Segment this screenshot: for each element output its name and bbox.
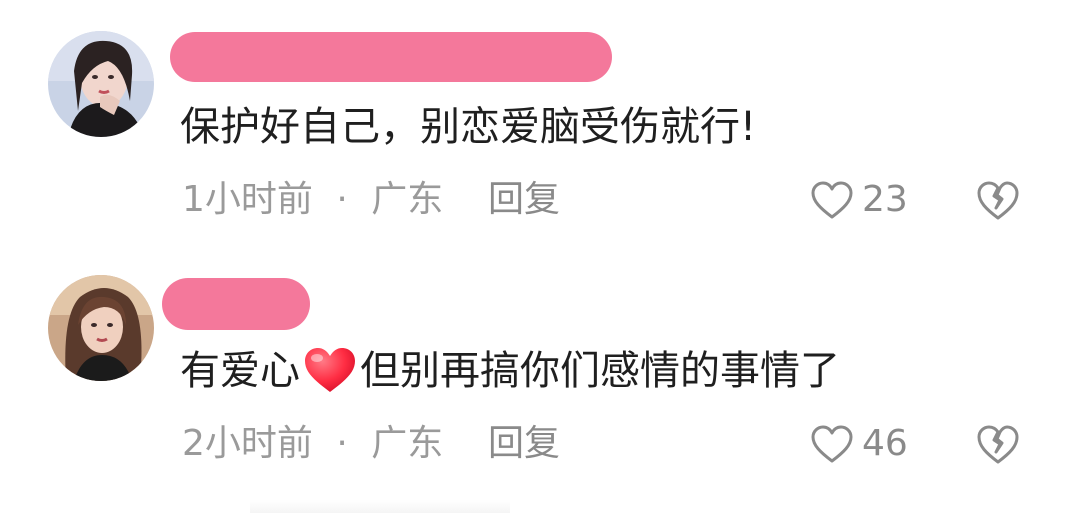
like-count: 23 <box>862 179 908 220</box>
comment-item: 保护好自己，别恋爱脑受伤就行! 1小时前 · 广东 回复 23 <box>0 0 1080 250</box>
broken-heart-icon <box>976 178 1020 222</box>
comment-time: 1小时前 <box>182 179 313 220</box>
comment-item: 有爱心 但别再搞你们感情的事情了 2小时前 · 广东 回复 46 <box>0 250 1080 500</box>
like-button[interactable]: 46 <box>810 422 908 466</box>
broken-heart-icon <box>976 422 1020 466</box>
reply-button[interactable]: 回复 <box>488 422 560 466</box>
heart-outline-icon <box>810 180 854 220</box>
meta-separator: · <box>336 179 348 220</box>
comment-text: 保护好自己，别恋爱脑受伤就行! <box>180 104 757 150</box>
next-comment-partial <box>250 500 510 513</box>
comment-meta: 2小时前 · 广东 <box>182 422 443 466</box>
redacted-username <box>162 278 310 330</box>
comment-text-part: 但别再搞你们感情的事情了 <box>360 348 840 394</box>
like-count: 46 <box>862 423 908 464</box>
user-avatar[interactable] <box>48 275 154 381</box>
red-heart-emoji-icon <box>302 345 358 395</box>
dislike-button[interactable] <box>976 422 1020 466</box>
redacted-username <box>170 32 612 82</box>
comment-time: 2小时前 <box>182 423 313 464</box>
like-button[interactable]: 23 <box>810 178 908 222</box>
meta-separator: · <box>336 423 348 464</box>
comment-meta: 1小时前 · 广东 <box>182 178 443 222</box>
reply-button[interactable]: 回复 <box>488 178 560 222</box>
comment-text: 有爱心 但别再搞你们感情的事情了 <box>180 346 840 396</box>
heart-outline-icon <box>810 424 854 464</box>
user-avatar[interactable] <box>48 31 154 137</box>
comment-location: 广东 <box>371 423 444 464</box>
dislike-button[interactable] <box>976 178 1020 222</box>
comment-location: 广东 <box>371 179 444 220</box>
comment-text-part: 有爱心 <box>180 348 300 394</box>
